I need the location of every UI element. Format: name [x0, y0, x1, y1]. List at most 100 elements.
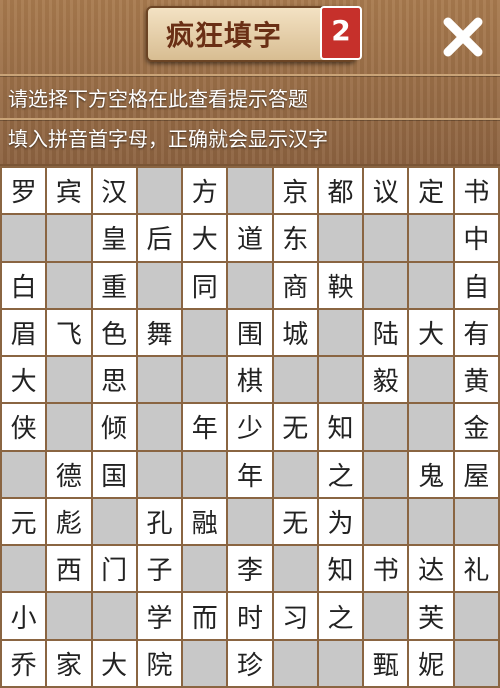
grid-cell-empty[interactable]	[2, 215, 46, 261]
grid-cell-filled: 家	[47, 640, 91, 686]
grid-cell-filled: 商	[273, 262, 317, 308]
grid-cell-empty[interactable]	[228, 262, 272, 308]
grid-cell-filled: 之	[318, 593, 363, 639]
grid-cell-empty[interactable]	[183, 309, 227, 356]
grid-cell-filled: 妮	[409, 640, 453, 686]
grid-cell-filled: 大	[2, 357, 46, 403]
grid-cell-filled: 屋	[454, 451, 498, 497]
grid-cell-filled: 罗	[2, 168, 46, 214]
grid-cell-filled: 同	[183, 262, 227, 308]
grid-cell-filled: 方	[183, 168, 227, 214]
grid-cell-filled: 年	[228, 451, 272, 497]
grid-cell-filled: 而	[183, 593, 227, 639]
grid-cell-filled: 都	[318, 168, 363, 214]
grid-cell-filled: 白	[2, 262, 46, 308]
grid-cell-empty[interactable]	[318, 357, 363, 403]
grid-cell-filled: 乔	[2, 640, 46, 686]
grid-cell-empty[interactable]	[318, 309, 363, 356]
grid-cell-filled: 中	[454, 215, 498, 261]
grid-cell-empty[interactable]	[454, 593, 498, 639]
grid-cell-empty[interactable]	[409, 215, 453, 261]
grid-cell-filled: 礼	[454, 546, 498, 592]
grid-cell-filled: 时	[228, 593, 272, 639]
grid-cell-empty[interactable]	[137, 262, 182, 308]
grid-cell-filled: 陆	[364, 309, 408, 356]
grid-cell-empty[interactable]	[228, 168, 272, 214]
grid-cell-filled: 孔	[137, 498, 182, 545]
grid-cell-empty[interactable]	[273, 546, 317, 592]
grid-cell-filled: 少	[228, 404, 272, 450]
grid-cell-empty[interactable]	[183, 640, 227, 686]
top-panel: 疯狂填字 2 请选择下方空格在此查看提示答题 填入拼音首字母，正确就会显示汉字	[0, 0, 500, 164]
grid-cell-filled: 之	[318, 451, 363, 497]
grid-cell-empty[interactable]	[47, 262, 91, 308]
grid-cell-filled: 自	[454, 262, 498, 308]
grid-cell-filled: 德	[47, 451, 91, 497]
grid-cell-empty[interactable]	[409, 357, 453, 403]
grid-cell-empty[interactable]	[47, 404, 91, 450]
grid-cell-empty[interactable]	[273, 451, 317, 497]
divider	[0, 74, 500, 76]
grid-cell-empty[interactable]	[92, 498, 136, 545]
grid-cell-filled: 定	[409, 168, 453, 214]
grid-cell-empty[interactable]	[364, 404, 408, 450]
close-button[interactable]	[434, 8, 492, 66]
grid-cell-empty[interactable]	[2, 451, 46, 497]
grid-cell-empty[interactable]	[183, 451, 227, 497]
grid-cell-empty[interactable]	[454, 498, 498, 545]
grid-cell-filled: 融	[183, 498, 227, 545]
grid-cell-filled: 道	[228, 215, 272, 261]
grid-cell-empty[interactable]	[318, 215, 363, 261]
grid-cell-filled: 芙	[409, 593, 453, 639]
grid-cell-empty[interactable]	[183, 546, 227, 592]
grid-cell-empty[interactable]	[47, 357, 91, 403]
grid-cell-filled: 知	[318, 404, 363, 450]
grid-cell-empty[interactable]	[183, 357, 227, 403]
grid-cell-empty[interactable]	[364, 262, 408, 308]
grid-cell-filled: 知	[318, 546, 363, 592]
grid-cell-filled: 金	[454, 404, 498, 450]
grid-cell-filled: 年	[183, 404, 227, 450]
grid-cell-filled: 皇	[92, 215, 136, 261]
grid-cell-filled: 小	[2, 593, 46, 639]
grid-cell-empty[interactable]	[137, 357, 182, 403]
hint-line-1: 请选择下方空格在此查看提示答题	[8, 87, 308, 111]
grid-cell-filled: 无	[273, 498, 317, 545]
grid-cell-filled: 城	[273, 309, 317, 356]
grid-cell-filled: 无	[273, 404, 317, 450]
grid-cell-empty[interactable]	[409, 262, 453, 308]
grid-cell-empty[interactable]	[137, 404, 182, 450]
grid-cell-filled: 鬼	[409, 451, 453, 497]
grid-cell-filled: 东	[273, 215, 317, 261]
grid-cell-empty[interactable]	[137, 168, 182, 214]
grid-cell-filled: 门	[92, 546, 136, 592]
grid-cell-empty[interactable]	[364, 593, 408, 639]
grid-cell-empty[interactable]	[2, 546, 46, 592]
grid-cell-filled: 大	[183, 215, 227, 261]
grid-cell-empty[interactable]	[228, 498, 272, 545]
divider	[0, 118, 500, 120]
grid-cell-empty[interactable]	[318, 640, 363, 686]
grid-cell-filled: 京	[273, 168, 317, 214]
hint-line-2: 填入拼音首字母，正确就会显示汉字	[8, 127, 328, 151]
grid-cell-empty[interactable]	[364, 215, 408, 261]
grid-cell-empty[interactable]	[364, 498, 408, 545]
grid-cell-filled: 院	[137, 640, 182, 686]
grid-cell-filled: 珍	[228, 640, 272, 686]
grid-cell-empty[interactable]	[409, 404, 453, 450]
grid-cell-empty[interactable]	[454, 640, 498, 686]
grid-cell-empty[interactable]	[273, 357, 317, 403]
grid-cell-empty[interactable]	[47, 593, 91, 639]
grid-cell-filled: 议	[364, 168, 408, 214]
grid-cell-filled: 书	[364, 546, 408, 592]
grid-cell-empty[interactable]	[273, 640, 317, 686]
grid-cell-filled: 汉	[92, 168, 136, 214]
grid-cell-empty[interactable]	[137, 451, 182, 497]
grid-cell-filled: 宾	[47, 168, 91, 214]
grid-cell-empty[interactable]	[364, 451, 408, 497]
grid-cell-empty[interactable]	[92, 593, 136, 639]
grid-cell-filled: 重	[92, 262, 136, 308]
grid-cell-empty[interactable]	[47, 215, 91, 261]
grid-cell-filled: 舞	[137, 309, 182, 356]
grid-cell-empty[interactable]	[409, 498, 453, 545]
